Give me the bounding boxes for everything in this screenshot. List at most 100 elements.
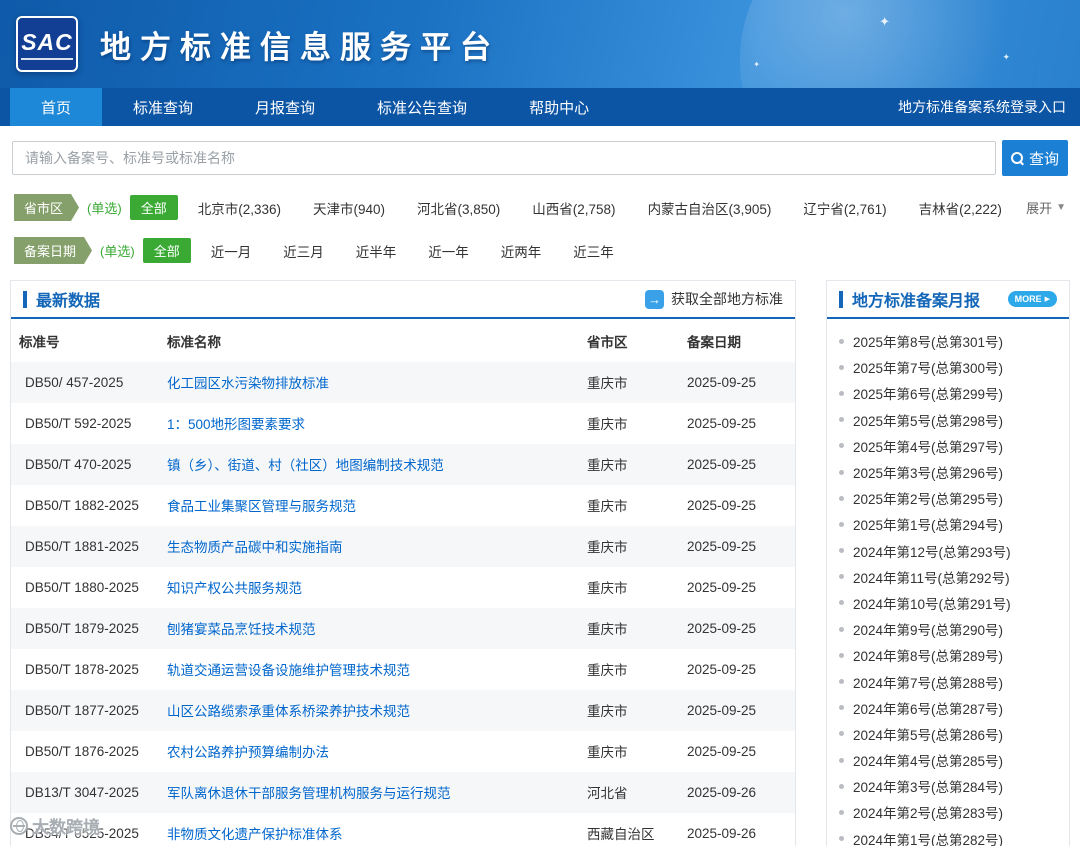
nav-item[interactable]: 帮助中心 [498,88,620,126]
standard-name-link[interactable]: 知识产权公共服务规范 [167,581,302,596]
standard-name-link[interactable]: 军队离休退休干部服务管理机构服务与运行规范 [167,786,451,801]
report-link[interactable]: 2025年第2号(总第295号) [853,488,1003,508]
standard-province: 重庆市 [587,458,628,473]
report-link[interactable]: 2024年第9号(总第290号) [853,619,1003,639]
bullet-icon [839,495,844,501]
standard-name-link[interactable]: 农村公路养护预算编制办法 [167,745,329,760]
search-icon [1010,151,1024,165]
province-option[interactable]: 辽宁省(2,761) [803,198,886,218]
province-options: 北京市(2,336) 天津市(940) 河北省(3,850) 山西省(2,758… [198,198,1026,218]
standard-name-link[interactable]: 镇（乡）、街道、村（社区）地图编制技术规范 [167,458,444,473]
report-link[interactable]: 2024年第7号(总第288号) [853,672,1003,692]
nav-item[interactable]: 月报查询 [224,88,346,126]
sparkle-icon: ✦ [1002,52,1010,62]
standard-code: DB50/T 1879-2025 [25,620,139,636]
table-row: DB50/T 592-2025 1：500地形图要素要求 重庆市 2025-09… [11,403,795,444]
date-option[interactable]: 近三月 [283,241,324,261]
column-header: 标准名称 [167,335,221,350]
column-header: 备案日期 [687,335,741,350]
report-item: 2024年第10号(总第291号) [839,590,1059,616]
date-option[interactable]: 近一年 [428,241,469,261]
standard-name-link[interactable]: 轨道交通运营设备设施维护管理技术规范 [167,663,410,678]
report-link[interactable]: 2025年第4号(总第297号) [853,436,1003,456]
report-item: 2025年第2号(总第295号) [839,485,1059,511]
table-row: DB50/T 470-2025 镇（乡）、街道、村（社区）地图编制技术规范 重庆… [11,444,795,485]
date-option[interactable]: 近一月 [211,241,252,261]
table-row: DB50/T 1881-2025 生态物质产品碳中和实施指南 重庆市 2025-… [11,526,795,567]
report-link[interactable]: 2024年第11号(总第292号) [853,567,1010,587]
nav-item[interactable]: 标准公告查询 [346,88,498,126]
nav-item[interactable]: 首页 [10,88,103,126]
main-nav: 首页 标准查询 月报查询 标准公告查询 帮助中心 地方标准备案系统登录入口 [0,88,1080,126]
date-all-button[interactable]: 全部 [142,238,191,263]
login-entry-link[interactable]: 地方标准备案系统登录入口 [898,88,1066,126]
date-option[interactable]: 近半年 [356,241,397,261]
nav-items: 首页 标准查询 月报查询 标准公告查询 帮助中心 [10,88,620,126]
standard-province: 重庆市 [587,622,628,637]
monthly-report-panel: 地方标准备案月报 MORE ▶ 2025年第8号(总第301号) 2025年第7… [826,280,1070,846]
search-input[interactable] [12,141,996,175]
standard-code: DB50/T 1876-2025 [25,743,139,759]
report-link[interactable]: 2024年第3号(总第284号) [853,776,1003,796]
table-row: DB50/T 1879-2025 刨猪宴菜品烹饪技术规范 重庆市 2025-09… [11,608,795,649]
date-filter-row: 备案日期 (单选) 全部 近一月 近三月 近半年 近一年 近两年 近三年 [0,229,1080,272]
panel-title-wrap: 最新数据 [23,287,100,311]
title-accent-bar [23,290,27,308]
report-link[interactable]: 2024年第1号(总第282号) [853,829,1003,846]
report-link[interactable]: 2025年第7号(总第300号) [853,357,1003,377]
standard-date: 2025-09-25 [687,497,757,513]
report-link[interactable]: 2025年第6号(总第299号) [853,383,1003,403]
report-link[interactable]: 2024年第10号(总第291号) [853,593,1011,613]
standard-name-link[interactable]: 1：500地形图要素要求 [167,417,305,432]
table-row: DB50/T 1878-2025 轨道交通运营设备设施维护管理技术规范 重庆市 … [11,649,795,690]
report-link[interactable]: 2024年第4号(总第285号) [853,750,1003,770]
more-caret-icon: ▶ [1044,296,1050,303]
standard-name-link[interactable]: 非物质文化遗产保护标准体系 [167,827,343,842]
report-link[interactable]: 2024年第5号(总第286号) [853,724,1003,744]
monthly-report-header: 地方标准备案月报 MORE ▶ [827,281,1069,319]
province-option[interactable]: 内蒙古自治区(3,905) [648,198,772,218]
province-option[interactable]: 北京市(2,336) [198,198,281,218]
standard-name-link[interactable]: 食品工业集聚区管理与服务规范 [167,499,356,514]
bullet-icon [839,443,844,449]
search-button[interactable]: 查询 [1002,140,1068,176]
nav-item[interactable]: 标准查询 [102,88,224,126]
report-item: 2024年第5号(总第286号) [839,721,1059,747]
bullet-icon [839,652,844,658]
report-item: 2024年第11号(总第292号) [839,564,1059,590]
report-link[interactable]: 2024年第8号(总第289号) [853,645,1003,665]
standard-name-link[interactable]: 生态物质产品碳中和实施指南 [167,540,343,555]
expand-label: 展开 [1026,201,1053,216]
province-all-button[interactable]: 全部 [129,195,178,220]
arrow-right-icon: → [645,289,664,309]
date-option[interactable]: 近两年 [501,241,542,261]
date-option[interactable]: 近三年 [573,241,614,261]
standard-date: 2025-09-25 [687,456,757,472]
report-item: 2024年第3号(总第284号) [839,773,1059,799]
expand-link[interactable]: 展开 ▼ [1026,198,1066,217]
site-title: 地方标准信息服务平台 [100,29,500,65]
column-header: 省市区 [587,335,628,350]
report-item: 2025年第8号(总第301号) [839,328,1059,354]
province-option[interactable]: 天津市(940) [313,198,385,218]
more-label: MORE [1014,294,1042,304]
standard-name-link[interactable]: 山区公路缆索承重体系桥梁养护技术规范 [167,704,410,719]
more-button[interactable]: MORE ▶ [1007,291,1057,307]
standard-name-link[interactable]: 化工园区水污染物排放标准 [167,376,329,391]
report-link[interactable]: 2025年第5号(总第298号) [853,410,1003,430]
report-link[interactable]: 2024年第6号(总第287号) [853,698,1003,718]
get-all-standards-link[interactable]: → 获取全部地方标准 [645,289,783,309]
report-link[interactable]: 2025年第1号(总第294号) [853,514,1003,534]
standard-name-link[interactable]: 刨猪宴菜品烹饪技术规范 [167,622,316,637]
chevron-down-icon: ▼ [1056,202,1066,213]
report-link[interactable]: 2025年第3号(总第296号) [853,462,1003,482]
report-link[interactable]: 2025年第8号(总第301号) [853,331,1003,351]
province-option[interactable]: 河北省(3,850) [417,198,500,218]
report-link[interactable]: 2024年第2号(总第283号) [853,802,1003,822]
table-row: DB50/ 457-2025 化工园区水污染物排放标准 重庆市 2025-09-… [11,362,795,403]
report-link[interactable]: 2024年第12号(总第293号) [853,541,1011,561]
province-option[interactable]: 吉林省(2,222) [919,198,1002,218]
province-option[interactable]: 山西省(2,758) [532,198,615,218]
sac-logo-text: SAC [21,29,73,60]
standards-table: 标准号 标准名称 省市区 备案日期 DB50/ 457-2025 化工园区水污染… [11,319,795,846]
